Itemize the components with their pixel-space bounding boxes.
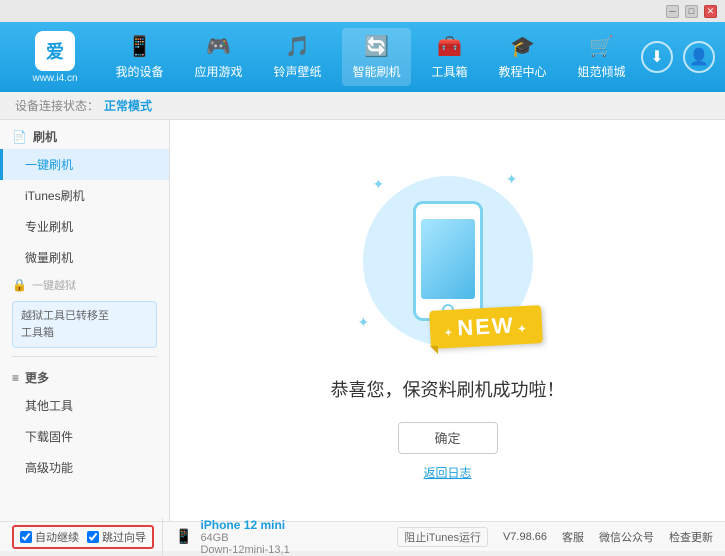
main-area: 📄 刷机 一键刷机 iTunes刷机 专业刷机 微量刷机 🔒 一键越狱 越狱工具…: [0, 120, 725, 521]
phone-shape: [413, 201, 483, 321]
download-button[interactable]: ⬇: [641, 41, 673, 73]
service-link[interactable]: 客服: [562, 529, 584, 545]
sidebar-item-download-firmware[interactable]: 下载固件: [0, 421, 169, 452]
confirm-button[interactable]: 确定: [398, 422, 498, 454]
nav-tools[interactable]: 🧰 工具箱: [421, 28, 477, 86]
sidebar-section-flash: 📄 刷机: [0, 120, 169, 149]
status-bar: 设备连接状态： 正常模式: [0, 92, 725, 120]
tutorials-icon: 🎓: [510, 34, 535, 59]
header: 爱 www.i4.cn 📱 我的设备 🎮 应用游戏 🎵 铃声壁纸 🔄 智能刷机 …: [0, 22, 725, 92]
sparkle-icon-3: ✦: [358, 314, 370, 331]
version-label: V7.98.66: [503, 531, 547, 543]
sidebar-item-itunes-flash[interactable]: iTunes刷机: [0, 180, 169, 211]
sidebar-item-micro-flash[interactable]: 微量刷机: [0, 242, 169, 273]
bottom-right: 阻止iTunes运行 V7.98.66 客服 微信公众号 检查更新: [397, 527, 713, 547]
shop-icon: 🛒: [589, 34, 614, 59]
nav-ringtones-label: 铃声壁纸: [273, 63, 321, 80]
notice-text: 越狱工具已转移至工具箱: [21, 310, 109, 339]
nav-tools-label: 工具箱: [431, 63, 467, 80]
sidebar: 📄 刷机 一键刷机 iTunes刷机 专业刷机 微量刷机 🔒 一键越狱 越狱工具…: [0, 120, 170, 521]
device-name: iPhone 12 mini: [200, 518, 289, 532]
ringtones-icon: 🎵: [285, 34, 310, 59]
nav-shop-label: 姐范倾城: [577, 63, 625, 80]
close-button[interactable]: ✕: [704, 5, 717, 18]
sidebar-section-more: ≡ 更多: [0, 361, 169, 390]
apps-games-icon: 🎮: [206, 34, 231, 59]
sidebar-item-pro-flash[interactable]: 专业刷机: [0, 211, 169, 242]
more-section-icon: ≡: [12, 371, 19, 385]
nav-my-device-label: 我的设备: [115, 63, 163, 80]
checkbox-group: 自动继续 跳过向导: [12, 525, 154, 549]
tools-icon: 🧰: [437, 34, 462, 59]
skip-wizard-checkbox[interactable]: [87, 531, 99, 543]
my-device-icon: 📱: [127, 34, 152, 59]
nav-tutorials[interactable]: 🎓 教程中心: [488, 28, 556, 86]
flash-section-label: 刷机: [33, 128, 57, 145]
maximize-button[interactable]: □: [685, 5, 698, 18]
locked-label: 一键越狱: [32, 277, 76, 293]
nav-bar: 📱 我的设备 🎮 应用游戏 🎵 铃声壁纸 🔄 智能刷机 🧰 工具箱 🎓 教程中心…: [100, 28, 641, 86]
content-area: ✦ ✦ ✦ NEW 恭喜您，保资料刷机成功啦！ 确定 返回日志: [170, 120, 725, 521]
flash-section-icon: 📄: [12, 130, 27, 144]
sparkle-icon-2: ✦: [506, 171, 518, 188]
more-section-label: 更多: [25, 369, 49, 386]
nav-ringtones[interactable]: 🎵 铃声壁纸: [263, 28, 331, 86]
logo-url: www.i4.cn: [32, 73, 77, 84]
bottom-left: 自动继续 跳过向导 📱 iPhone 12 mini 64GB Down-12m…: [12, 518, 397, 556]
sparkle-icon-1: ✦: [373, 176, 385, 193]
sidebar-notice: 越狱工具已转移至工具箱: [12, 301, 157, 348]
new-badge: NEW: [430, 308, 542, 346]
status-value: 正常模式: [104, 97, 152, 114]
device-storage: 64GB: [200, 532, 289, 544]
phone-illustration: ✦ ✦ ✦ NEW: [348, 161, 548, 361]
device-info: 📱 iPhone 12 mini 64GB Down-12mini-13,1: [162, 518, 302, 556]
phone-small-icon: 📱: [175, 528, 192, 545]
wechat-link[interactable]: 微信公众号: [599, 529, 654, 545]
auto-continue-label: 自动继续: [35, 529, 79, 545]
success-message: 恭喜您，保资料刷机成功啦！: [331, 376, 565, 402]
minimize-button[interactable]: ─: [666, 5, 679, 18]
device-model: Down-12mini-13,1: [200, 544, 289, 556]
phone-screen: [421, 219, 475, 299]
nav-smart-flash[interactable]: 🔄 智能刷机: [342, 28, 410, 86]
skip-wizard-label: 跳过向导: [102, 529, 146, 545]
device-details: iPhone 12 mini 64GB Down-12mini-13,1: [200, 518, 289, 556]
smart-flash-icon: 🔄: [364, 34, 389, 59]
nav-apps-games-label: 应用游戏: [194, 63, 242, 80]
sidebar-item-advanced[interactable]: 高级功能: [0, 452, 169, 483]
sidebar-divider: [12, 356, 157, 357]
logo: 爱 www.i4.cn: [10, 31, 100, 84]
sidebar-item-other-tools[interactable]: 其他工具: [0, 390, 169, 421]
sidebar-item-one-click[interactable]: 一键刷机: [0, 149, 169, 180]
update-link[interactable]: 检查更新: [669, 529, 713, 545]
account-button[interactable]: 👤: [683, 41, 715, 73]
lock-icon: 🔒: [12, 278, 27, 292]
auto-continue-checkbox[interactable]: [20, 531, 32, 543]
banner-fold: [430, 346, 438, 354]
nav-smart-flash-label: 智能刷机: [352, 63, 400, 80]
logo-icon: 爱: [35, 31, 75, 71]
nav-right: ⬇ 👤: [641, 41, 715, 73]
nav-apps-games[interactable]: 🎮 应用游戏: [184, 28, 252, 86]
new-banner-text: NEW: [429, 305, 543, 349]
skip-wizard-checkbox-label[interactable]: 跳过向导: [87, 529, 146, 545]
nav-shop[interactable]: 🛒 姐范倾城: [567, 28, 635, 86]
nav-my-device[interactable]: 📱 我的设备: [105, 28, 173, 86]
status-label: 设备连接状态：: [15, 97, 99, 114]
title-bar: ─ □ ✕: [0, 0, 725, 22]
bottom-bar: 自动继续 跳过向导 📱 iPhone 12 mini 64GB Down-12m…: [0, 521, 725, 551]
home-link[interactable]: 返回日志: [423, 464, 471, 481]
sidebar-locked-jailbreak: 🔒 一键越狱: [0, 273, 169, 297]
auto-continue-checkbox-label[interactable]: 自动继续: [20, 529, 79, 545]
nav-tutorials-label: 教程中心: [498, 63, 546, 80]
itunes-status[interactable]: 阻止iTunes运行: [397, 527, 488, 547]
